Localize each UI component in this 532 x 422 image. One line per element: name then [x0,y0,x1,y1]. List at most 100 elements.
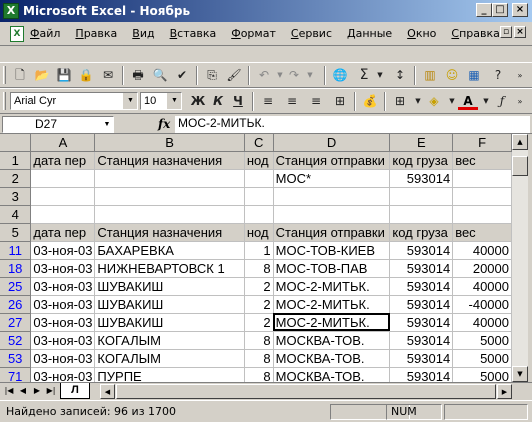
fill-color-icon[interactable]: ◈ [424,92,444,111]
horizontal-scroll-thumb[interactable] [116,384,496,399]
grid-cell[interactable]: МОС* [273,169,391,188]
grid-cell[interactable]: 8 [244,367,274,382]
select-all-corner[interactable] [0,134,32,152]
grid-cell[interactable]: 5000 [452,367,512,382]
format-painter-icon[interactable]: 🖌 [224,66,244,85]
grid-cell[interactable]: нод [244,223,274,242]
open-icon[interactable]: 📂 [32,66,52,85]
autosum-dropdown-icon[interactable]: ▼ [370,66,390,85]
grid-cell[interactable]: 5000 [452,331,512,350]
currency-icon[interactable]: 💰 [360,92,380,111]
grid-cell[interactable]: Станция отправки [273,223,391,242]
grid-cell[interactable] [94,187,245,206]
new-icon[interactable]: 🗋 [10,66,30,85]
grid-cell[interactable]: 03-ноя-03 [30,295,96,314]
grid-cell[interactable]: 03-ноя-03 [30,313,96,332]
insert-function-icon[interactable]: ƒ [492,92,512,111]
grid-cell[interactable]: 593014 [389,349,454,368]
email-icon[interactable]: ✉ [98,66,118,85]
grid-cell[interactable]: ПУРПЕ [94,367,245,382]
grid-cell[interactable]: 03-ноя-03 [30,259,96,278]
hyperlink-icon[interactable]: 🌐 [330,66,350,85]
grid-cell[interactable]: 8 [244,259,274,278]
grid-cell[interactable]: МОСКВА-ТОВ. [273,331,391,350]
grid-cell[interactable]: код груза [389,151,454,170]
fx-icon[interactable]: fx [158,117,170,131]
italic-button[interactable]: К [208,92,228,111]
scroll-left-icon[interactable]: ◀ [100,384,115,399]
grid-cell[interactable]: 593014 [389,313,454,332]
grid-cell[interactable]: -40000 [452,295,512,314]
chart-wizard-icon[interactable]: ▥ [420,66,440,85]
grid-cell[interactable]: 40000 [452,241,512,260]
excel-icon[interactable]: X [3,3,19,19]
last-sheet-icon[interactable]: ▶| [44,384,58,398]
grid-cell[interactable]: КОГАЛЫМ [94,331,245,350]
grid-cell[interactable]: дата пер [30,223,96,242]
name-box[interactable]: D27 ▼ [2,116,114,133]
row-header[interactable]: 1 [0,151,32,170]
drawing-icon[interactable]: ▦ [464,66,484,85]
menu-data[interactable]: Данные [347,27,392,40]
sheet-tab[interactable]: Л [60,383,90,399]
grid-cell[interactable]: БАХАРЕВКА [94,241,245,260]
align-left-icon[interactable]: ≡ [258,92,278,111]
grid-cell[interactable]: 593014 [389,277,454,296]
bold-button[interactable]: Ж [188,92,208,111]
row-header[interactable]: 4 [0,205,32,224]
grid-cell[interactable]: 03-ноя-03 [30,241,96,260]
row-header[interactable]: 18 [0,259,32,278]
grid-cell[interactable]: ШУВАКИШ [94,313,245,332]
grid-cell[interactable]: 8 [244,349,274,368]
menu-help[interactable]: Справка [451,27,499,40]
menu-insert[interactable]: Вставка [170,27,217,40]
font-size-combo[interactable]: 10 ▼ [140,92,182,110]
column-header[interactable]: C [244,134,274,152]
menu-edit[interactable]: Правка [75,27,117,40]
grid-cell[interactable]: 593014 [389,259,454,278]
toolbar-options-icon[interactable]: » [510,92,530,111]
help-icon[interactable]: ? [488,66,508,85]
grid-cell[interactable]: 40000 [452,277,512,296]
align-right-icon[interactable]: ≡ [306,92,326,111]
menu-tools[interactable]: Сервис [291,27,332,40]
grid-cell[interactable]: 593014 [389,367,454,382]
underline-button[interactable]: Ч [228,92,248,111]
grid-cell[interactable]: Станция назначения [94,151,245,170]
grid-cell[interactable]: 5000 [452,349,512,368]
redo-dropdown-icon[interactable]: ▼ [300,66,320,85]
font-color-icon[interactable]: A [458,92,478,110]
toolbar-grip[interactable] [3,92,6,110]
row-header[interactable]: 11 [0,241,32,260]
chevron-down-icon[interactable]: ▼ [167,93,181,109]
grid-cell[interactable]: МОСКВА-ТОВ. [273,367,391,382]
print-icon[interactable]: 🖶 [128,66,148,85]
sort-ascending-icon[interactable]: ↕ [390,66,410,85]
grid-cell[interactable] [94,205,245,224]
workbook-icon[interactable]: X [10,26,24,42]
row-header[interactable]: 3 [0,187,32,206]
grid-cell[interactable]: МОС-2-МИТЬК. [273,313,391,332]
prev-sheet-icon[interactable]: ◀ [16,384,30,398]
grid-cell[interactable]: МОС-ТОВ-ПАВ [273,259,391,278]
next-sheet-icon[interactable]: ▶ [30,384,44,398]
grid-cell[interactable]: 2 [244,313,274,332]
grid-cell[interactable]: ШУВАКИШ [94,277,245,296]
grid-cell[interactable] [94,169,245,188]
scroll-thumb[interactable] [512,156,528,176]
toolbar-options-icon[interactable]: » [510,66,530,85]
minimize-button[interactable]: _ [476,3,492,17]
column-header[interactable]: D [273,134,391,152]
grid-cell[interactable] [244,205,274,224]
grid-cell[interactable]: НИЖНЕВАРТОВСК 1 [94,259,245,278]
grid-cell[interactable] [244,169,274,188]
column-header[interactable]: E [389,134,454,152]
scroll-up-icon[interactable]: ▲ [512,134,528,150]
grid-cell[interactable]: 03-ноя-03 [30,349,96,368]
menu-format[interactable]: Формат [231,27,276,40]
save-icon[interactable]: 💾 [54,66,74,85]
column-header[interactable]: B [94,134,245,152]
grid-cell[interactable]: 03-ноя-03 [30,367,96,382]
borders-icon[interactable]: ⊞ [390,92,410,111]
menu-window[interactable]: Окно [407,27,436,40]
